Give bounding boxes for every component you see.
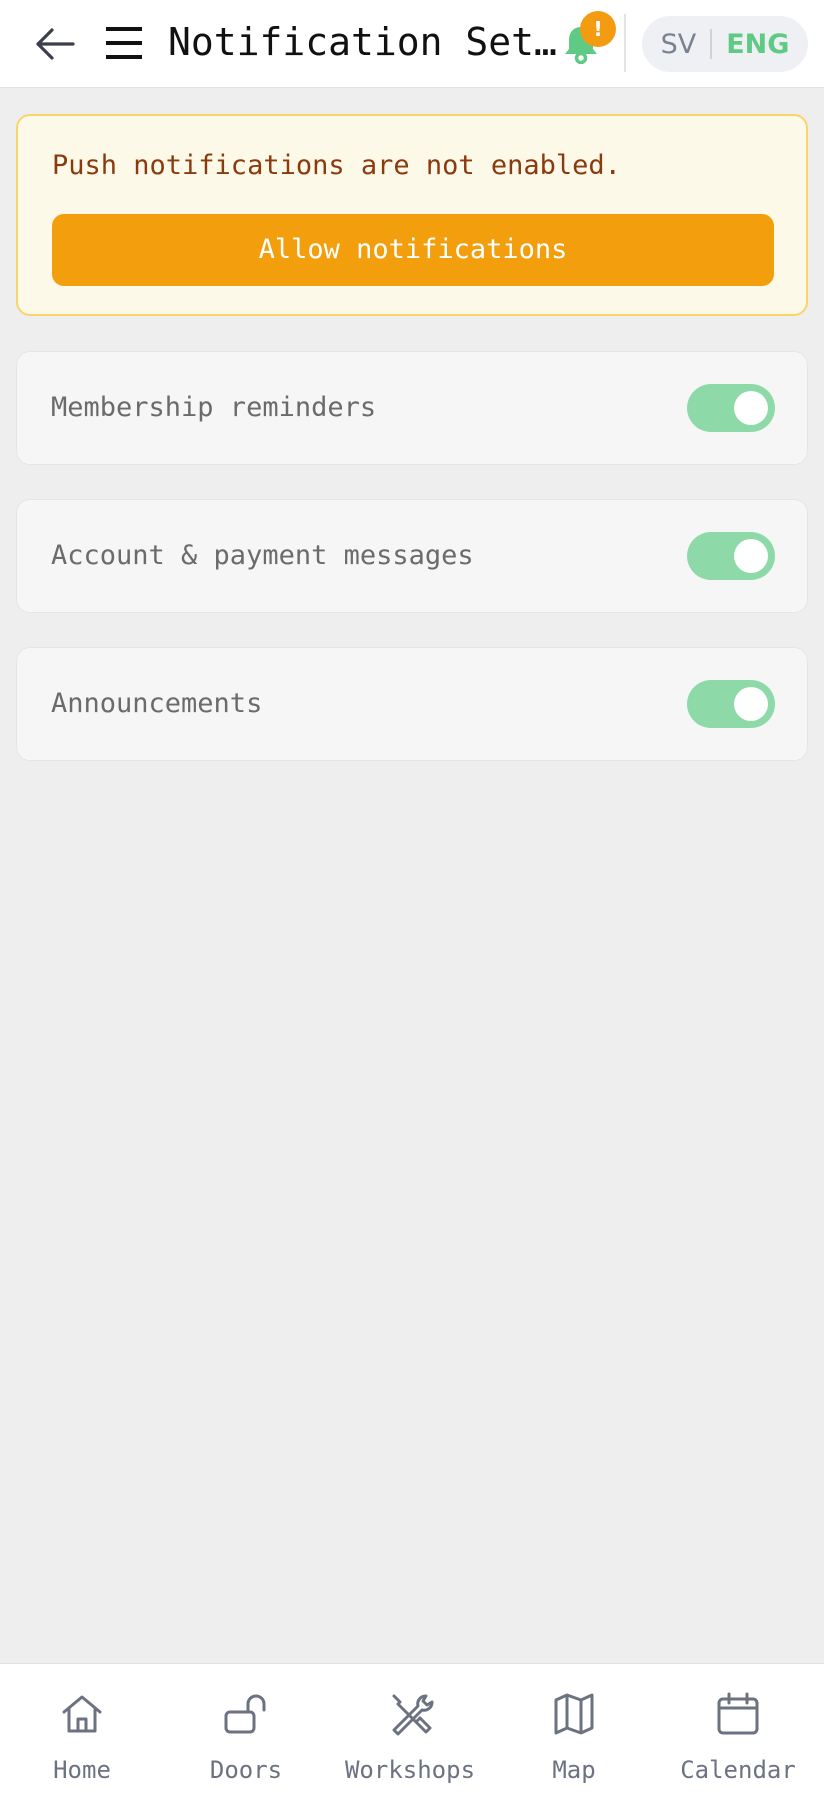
toggle-knob: [734, 687, 768, 721]
header-divider: [624, 14, 626, 72]
nav-label: Doors: [209, 1756, 283, 1784]
map-icon: [554, 1693, 594, 1735]
setting-label: Account & payment messages: [51, 540, 474, 571]
setting-label: Announcements: [51, 688, 263, 719]
bottom-navigation: Home Doors Workshops Map Calendar: [0, 1663, 824, 1800]
top-bar: Notification Settings ! SV ENG: [0, 0, 824, 88]
language-toggle[interactable]: SV ENG: [642, 16, 808, 72]
nav-item-doors[interactable]: Doors: [164, 1664, 328, 1800]
allow-notifications-button[interactable]: Allow notifications: [52, 214, 774, 286]
account-payment-toggle[interactable]: [687, 532, 775, 580]
nav-label: Map: [552, 1756, 596, 1784]
nav-item-workshops[interactable]: Workshops: [328, 1664, 492, 1800]
page-title: Notification Settings: [168, 20, 560, 64]
toggle-knob: [734, 391, 768, 425]
home-icon: [62, 1695, 102, 1733]
lang-option-sv[interactable]: SV: [655, 29, 711, 60]
calendar-icon: [717, 1692, 759, 1735]
nav-item-map[interactable]: Map: [492, 1664, 656, 1800]
nav-label: Home: [53, 1756, 111, 1784]
setting-row-account-payment: Account & payment messages: [16, 499, 808, 613]
tools-icon: [392, 1694, 434, 1736]
alert-badge: !: [580, 11, 616, 47]
unlock-icon: [224, 1694, 266, 1734]
nav-item-home[interactable]: Home: [0, 1664, 164, 1800]
announcements-toggle[interactable]: [687, 680, 775, 728]
back-button[interactable]: [30, 20, 80, 68]
setting-row-announcements: Announcements: [16, 647, 808, 761]
nav-item-calendar[interactable]: Calendar: [656, 1664, 820, 1800]
hamburger-icon: [106, 27, 142, 59]
setting-row-membership-reminders: Membership reminders: [16, 351, 808, 465]
app-root: Notification Settings ! SV ENG Push noti…: [0, 0, 824, 1800]
toggle-knob: [734, 539, 768, 573]
membership-reminders-toggle[interactable]: [687, 384, 775, 432]
menu-button[interactable]: [102, 18, 146, 68]
setting-label: Membership reminders: [51, 392, 377, 423]
nav-label: Calendar: [680, 1756, 796, 1784]
warning-message: Push notifications are not enabled.: [52, 150, 621, 181]
nav-label: Workshops: [344, 1756, 476, 1784]
arrow-left-icon: [36, 28, 75, 60]
lang-option-eng[interactable]: ENG: [712, 29, 795, 60]
push-warning-card: Push notifications are not enabled. Allo…: [16, 114, 808, 316]
